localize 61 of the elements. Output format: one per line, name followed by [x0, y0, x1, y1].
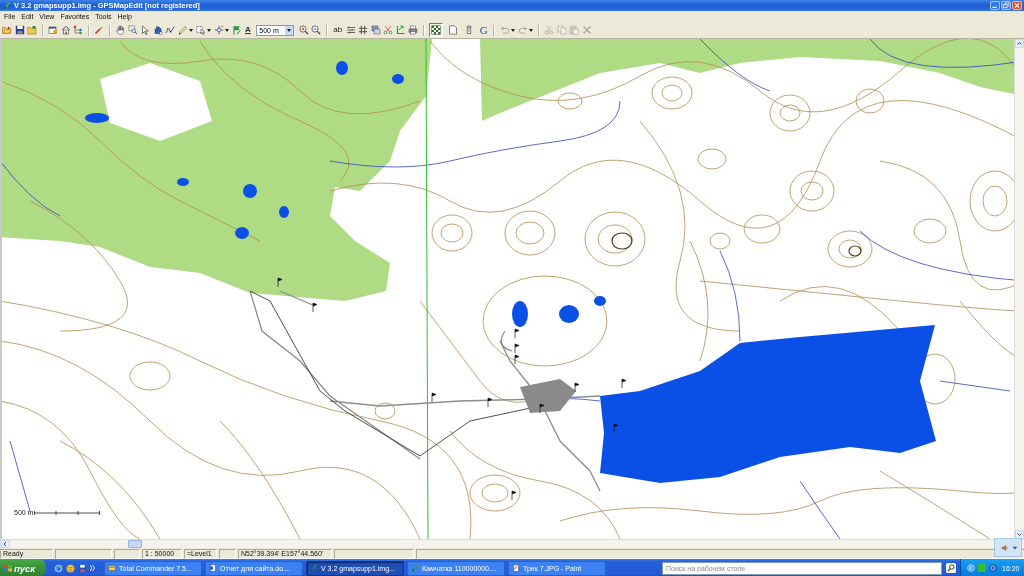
text-tool-button[interactable]: A	[244, 25, 252, 35]
chevron-icon[interactable]	[90, 565, 95, 571]
wand-icon[interactable]	[94, 25, 104, 35]
vertical-scrollbar[interactable]	[1014, 39, 1024, 539]
flag-icon[interactable]	[231, 25, 242, 35]
status-pane	[55, 548, 112, 559]
expand-arrow-icon[interactable]	[967, 564, 975, 572]
layers-icon[interactable]	[370, 25, 381, 35]
pointer-icon[interactable]	[140, 25, 150, 35]
folder-icon	[108, 564, 116, 572]
g-button[interactable]: G	[478, 25, 489, 35]
scroll-up-icon[interactable]	[1015, 39, 1024, 48]
language-bar[interactable]	[994, 538, 1022, 557]
start-button[interactable]: пуск	[0, 559, 46, 576]
polyline-icon[interactable]	[165, 25, 175, 35]
checkerboard-icon[interactable]	[431, 25, 442, 35]
globe-icon[interactable]	[989, 564, 997, 572]
grid-icon[interactable]	[358, 25, 369, 35]
browser-icon[interactable]	[54, 563, 63, 573]
folder-icon[interactable]	[27, 25, 37, 35]
dropdown-caret-icon[interactable]	[287, 28, 292, 32]
zoom-in-icon[interactable]	[298, 25, 309, 35]
node-icon[interactable]	[213, 25, 224, 35]
dropdown-caret-icon[interactable]	[189, 28, 193, 32]
scroll-left-icon[interactable]	[0, 540, 10, 548]
save-icon[interactable]	[14, 25, 25, 35]
scroll-thumb[interactable]	[128, 540, 142, 548]
app-pin-icon	[3, 1, 11, 10]
lines-icon[interactable]	[345, 25, 356, 35]
hand-node-icon[interactable]	[152, 25, 163, 35]
hand-icon[interactable]	[115, 25, 125, 35]
dropdown-caret-icon[interactable]	[511, 28, 516, 32]
pin-icon	[310, 564, 318, 572]
select-icon[interactable]	[195, 25, 206, 35]
house-icon[interactable]	[60, 25, 71, 35]
pin-icon	[411, 564, 419, 572]
speaker-icon[interactable]	[1001, 543, 1009, 552]
paint-brush-icon	[512, 564, 520, 572]
status-pane	[219, 548, 236, 559]
search-icon[interactable]	[946, 563, 956, 573]
restore-button[interactable]	[1001, 1, 1011, 10]
page-icon[interactable]	[447, 25, 458, 35]
labels-button[interactable]: ab	[332, 25, 344, 35]
arrow-icon[interactable]	[395, 25, 406, 35]
smiley-icon[interactable]	[66, 563, 75, 573]
dropdown-caret-icon[interactable]	[529, 28, 534, 32]
window-icon[interactable]	[48, 25, 58, 35]
tree-icon[interactable]	[73, 25, 83, 35]
status-pane	[114, 548, 140, 559]
zoom-out-icon[interactable]	[311, 25, 322, 35]
minimize-button[interactable]	[990, 1, 1000, 10]
dropdown-caret-icon[interactable]	[225, 28, 229, 32]
horizontal-scrollbar[interactable]	[0, 539, 1024, 548]
document-icon	[209, 564, 217, 572]
scroll-down-icon[interactable]	[1015, 530, 1024, 539]
printer-icon[interactable]	[408, 25, 419, 35]
windows-logo-icon	[4, 564, 12, 572]
scissors-icon[interactable]	[383, 25, 394, 35]
close-button[interactable]	[1012, 1, 1022, 10]
scale-bar	[34, 509, 101, 516]
dropdown-caret-icon[interactable]	[207, 28, 211, 32]
